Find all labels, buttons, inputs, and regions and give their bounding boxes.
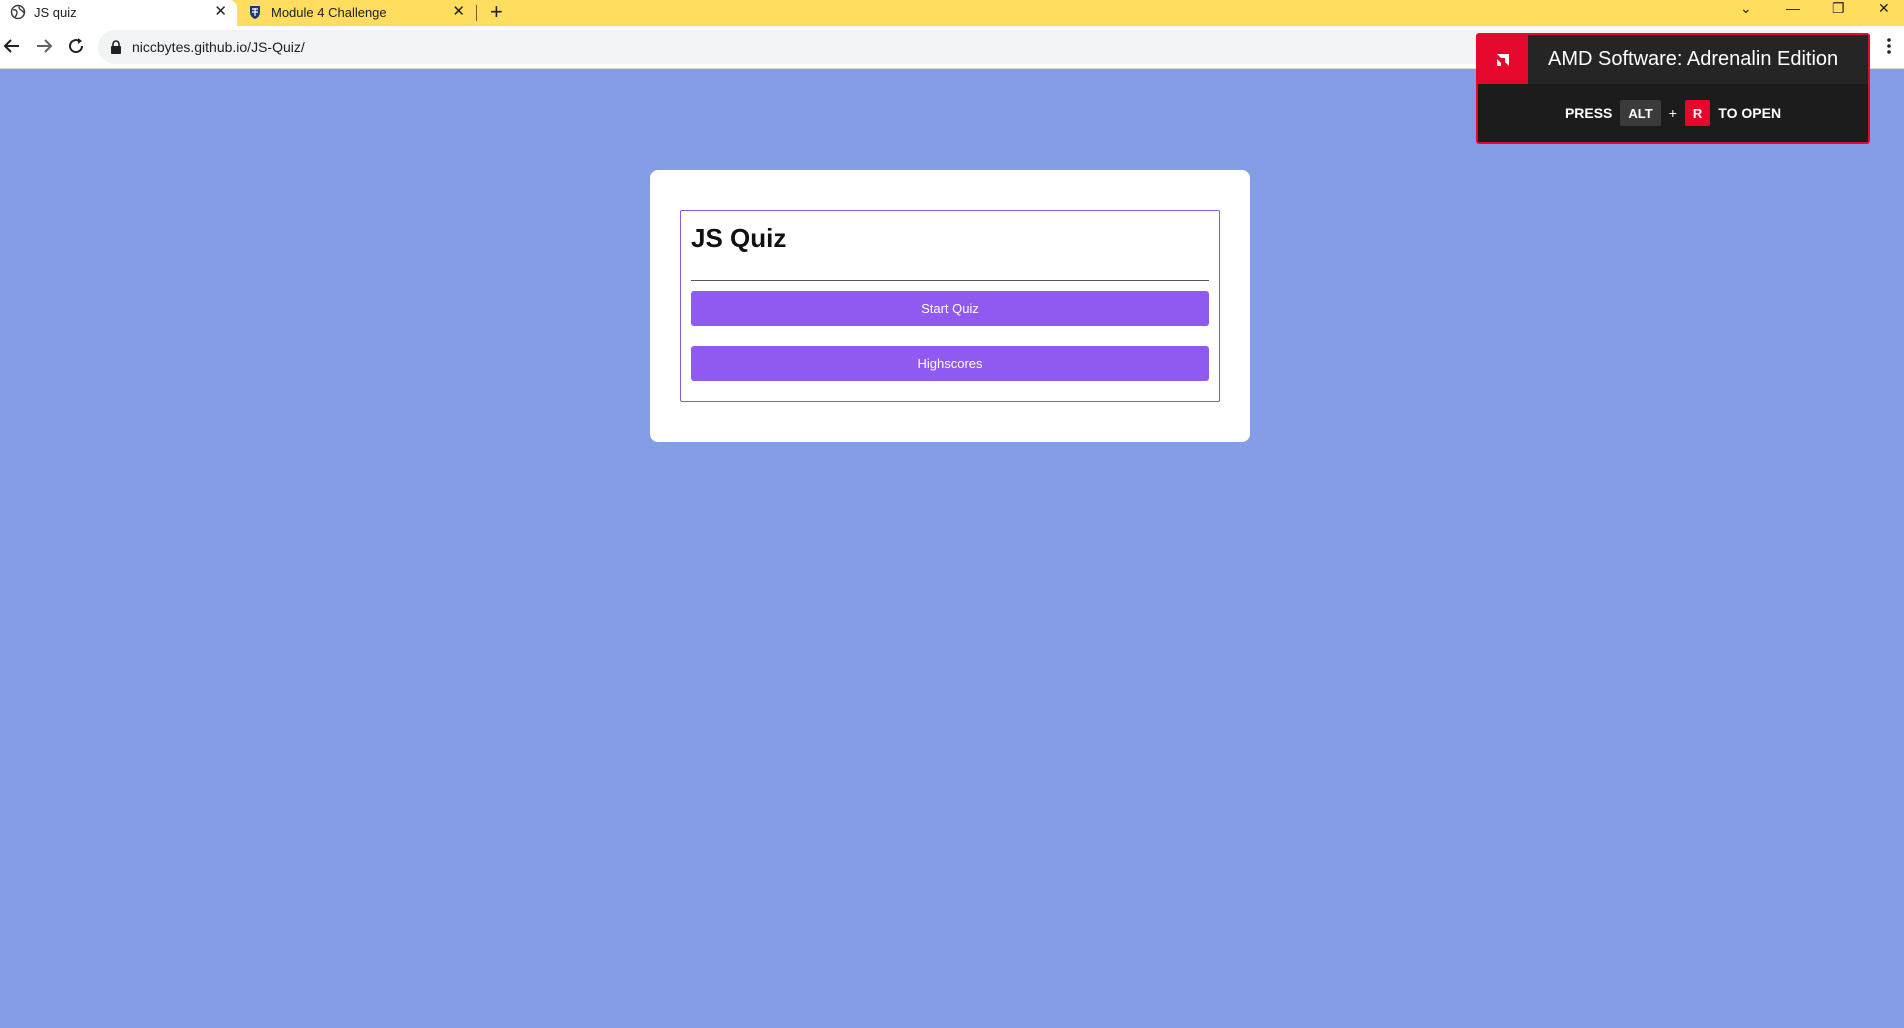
tab-search-dropdown-icon[interactable]: ⌄ [1740, 0, 1752, 16]
globe-icon [10, 4, 26, 20]
new-tab-button[interactable]: + [490, 1, 503, 23]
quiz-panel: JS Quiz Start Quiz Highscores [680, 210, 1220, 402]
restore-button[interactable]: ❐ [1832, 0, 1845, 16]
divider [691, 280, 1209, 281]
tab-separator [476, 5, 477, 21]
reload-icon[interactable] [64, 34, 88, 58]
amd-notification[interactable]: AMD Software: Adrenalin Edition PRESS AL… [1476, 33, 1870, 144]
url-text: niccbytes.github.io/JS-Quiz/ [132, 39, 305, 55]
amd-notification-header: AMD Software: Adrenalin Edition [1478, 35, 1868, 84]
tab-strip: JS quiz ✕ Module 4 Challenge ✕ + ⌄ — ❐ ✕ [0, 0, 1904, 26]
window-close-button[interactable]: ✕ [1878, 0, 1890, 16]
start-quiz-button[interactable]: Start Quiz [691, 291, 1209, 326]
key-alt: ALT [1620, 100, 1661, 126]
to-open-label: TO OPEN [1718, 105, 1782, 121]
menu-kebab-icon[interactable] [1886, 36, 1892, 56]
close-icon[interactable]: ✕ [214, 3, 227, 21]
lock-icon[interactable] [110, 40, 122, 54]
press-label: PRESS [1564, 105, 1613, 121]
page-title: JS Quiz [691, 223, 787, 253]
amd-shortcut-hint: PRESS ALT + R TO OPEN [1478, 84, 1868, 142]
shield-crest-icon [250, 6, 260, 19]
close-icon[interactable]: ✕ [452, 3, 465, 21]
tab-module-4-challenge[interactable]: Module 4 Challenge ✕ [237, 0, 475, 26]
highscores-button[interactable]: Highscores [691, 346, 1209, 381]
plus-label: + [1668, 105, 1677, 121]
tab-title: JS quiz [34, 5, 77, 20]
amd-logo-icon [1478, 35, 1528, 84]
back-arrow-icon[interactable] [0, 34, 24, 58]
key-r: R [1684, 100, 1711, 126]
amd-notification-title: AMD Software: Adrenalin Edition [1548, 48, 1839, 70]
forward-arrow-icon[interactable] [32, 34, 56, 58]
minimize-button[interactable]: — [1786, 0, 1800, 16]
quiz-card: JS Quiz Start Quiz Highscores [650, 170, 1250, 442]
tab-js-quiz[interactable]: JS quiz ✕ [0, 0, 237, 26]
tab-title: Module 4 Challenge [271, 5, 387, 20]
